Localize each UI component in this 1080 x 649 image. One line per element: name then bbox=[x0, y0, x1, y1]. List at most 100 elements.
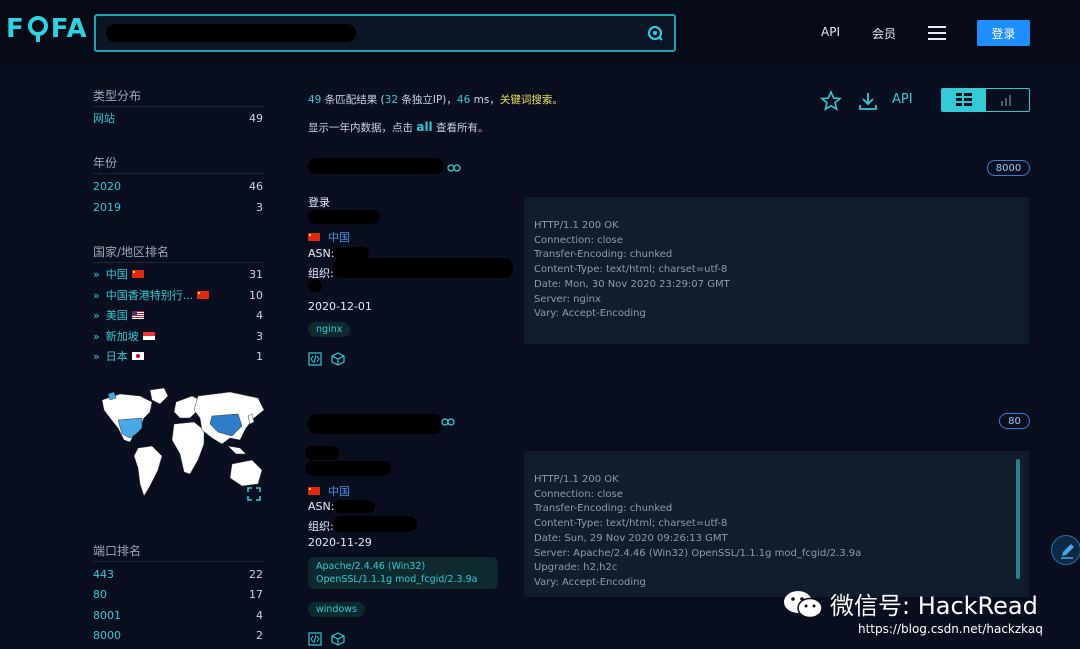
search-box bbox=[94, 14, 676, 52]
country-item[interactable]: » 中国香港特别行... 10 bbox=[93, 287, 263, 303]
list-view-icon bbox=[955, 93, 972, 106]
http-header-line: Server: nginx bbox=[534, 293, 601, 305]
http-header-line: Upgrade: h2,h2c bbox=[534, 562, 618, 574]
asn-label: ASN: bbox=[308, 247, 335, 260]
port-item-label: 443 bbox=[93, 567, 114, 581]
link-icon[interactable] bbox=[441, 418, 455, 426]
redacted-title bbox=[305, 446, 339, 460]
year-item-count: 46 bbox=[249, 179, 263, 193]
login-button[interactable]: 登录 bbox=[977, 20, 1030, 46]
year-item[interactable]: 2020 46 bbox=[93, 178, 263, 194]
port-item[interactable]: 443 22 bbox=[93, 566, 263, 582]
chevron-right-icon: » bbox=[93, 329, 100, 343]
year-item[interactable]: 2019 3 bbox=[93, 199, 263, 215]
feedback-button[interactable] bbox=[1051, 535, 1080, 565]
flag-jp-icon bbox=[131, 352, 144, 360]
time-range-note: 显示一年内数据，点击 all 查看所有。 bbox=[308, 120, 489, 135]
redacted-asn bbox=[333, 500, 375, 513]
result-date: 2020-11-29 bbox=[308, 536, 372, 549]
note-text: 查看所有。 bbox=[432, 122, 489, 134]
port-item-label: 8000 bbox=[93, 628, 121, 642]
header-bar: F FA API 会员 登录 bbox=[0, 0, 1080, 64]
year-item-label: 2019 bbox=[93, 200, 121, 214]
cube-icon[interactable] bbox=[331, 352, 345, 366]
view-toggle bbox=[941, 88, 1030, 112]
fofa-logo[interactable]: F FA bbox=[6, 14, 88, 44]
country-item-count: 3 bbox=[256, 329, 263, 343]
pencil-icon bbox=[1061, 544, 1074, 559]
nav-api-link[interactable]: API bbox=[821, 25, 840, 39]
country-item-label: 美国 bbox=[105, 309, 128, 322]
logo-pin-icon bbox=[27, 16, 48, 42]
chevron-right-icon: » bbox=[93, 349, 100, 363]
tech-tag[interactable]: nginx bbox=[308, 322, 351, 337]
asn-label: ASN: bbox=[308, 500, 335, 513]
code-icon[interactable] bbox=[308, 352, 322, 366]
country-item[interactable]: » 日本 1 bbox=[93, 348, 263, 364]
port-item-label: 8001 bbox=[93, 608, 121, 622]
port-item[interactable]: 80 17 bbox=[93, 586, 263, 602]
port-ranking-title: 端口排名 bbox=[93, 544, 142, 558]
stats-text: ms， bbox=[470, 94, 500, 106]
wechat-watermark: 微信号: HackRead bbox=[782, 586, 1038, 621]
port-item[interactable]: 8000 2 bbox=[93, 627, 263, 643]
divider bbox=[93, 561, 263, 562]
query-time: 46 bbox=[456, 94, 471, 106]
tech-tag[interactable]: windows bbox=[308, 602, 365, 617]
country-item[interactable]: » 中国 31 bbox=[93, 266, 263, 282]
redacted-org-2 bbox=[308, 280, 322, 292]
view-all-link[interactable]: all bbox=[416, 120, 432, 134]
year-title: 年份 bbox=[93, 156, 118, 170]
chevron-right-icon: » bbox=[93, 308, 100, 322]
http-header-line: Content-Type: text/html; charset=utf-8 bbox=[534, 518, 728, 530]
http-header-line: Transfer-Encoding: chunked bbox=[534, 249, 673, 261]
country-item[interactable]: » 美国 4 bbox=[93, 307, 263, 323]
list-view-button[interactable] bbox=[942, 89, 986, 111]
tech-tag[interactable]: Apache/2.4.46 (Win32) OpenSSL/1.1.1g mod… bbox=[308, 557, 498, 589]
result-stats: 49 条匹配结果 (32 条独立IP)，46 ms，关键词搜索。 bbox=[308, 92, 563, 107]
http-header-line: Content-Type: text/html; charset=utf-8 bbox=[534, 264, 728, 276]
redacted-ip bbox=[305, 461, 391, 476]
port-badge[interactable]: 80 bbox=[999, 413, 1030, 429]
nav-member-link[interactable]: 会员 bbox=[872, 25, 896, 42]
flag-cn-icon bbox=[131, 270, 144, 278]
redacted-query bbox=[106, 24, 356, 42]
http-header-line: HTTP/1.1 200 OK bbox=[534, 474, 619, 485]
country-ranking-title: 国家/地区排名 bbox=[93, 245, 170, 259]
cube-icon[interactable] bbox=[331, 632, 345, 646]
code-icon[interactable] bbox=[308, 632, 322, 646]
stats-text: 条独立IP)， bbox=[398, 94, 457, 106]
star-icon[interactable] bbox=[820, 90, 842, 112]
country-link[interactable]: 中国 bbox=[308, 229, 350, 245]
divider bbox=[93, 106, 263, 107]
api-button[interactable]: API bbox=[892, 92, 913, 107]
port-badge[interactable]: 8000 bbox=[987, 160, 1030, 176]
stats-text: 条匹配结果 ( bbox=[321, 94, 385, 106]
http-header-line: Server: Apache/2.4.46 (Win32) OpenSSL/1.… bbox=[534, 547, 862, 559]
bar-chart-icon bbox=[1001, 95, 1012, 106]
country-link[interactable]: 中国 bbox=[308, 483, 350, 499]
link-icon[interactable] bbox=[447, 164, 461, 172]
type-item[interactable]: 网站 49 bbox=[93, 110, 263, 126]
flag-us-icon bbox=[131, 311, 144, 319]
chart-view-button[interactable] bbox=[986, 89, 1030, 111]
menu-icon[interactable] bbox=[928, 26, 946, 40]
country-item-count: 10 bbox=[249, 288, 263, 302]
country-item-count: 31 bbox=[249, 267, 263, 281]
logo-text-left: F bbox=[6, 14, 25, 44]
panel-scrollbar[interactable] bbox=[1016, 459, 1020, 579]
wechat-icon bbox=[784, 590, 823, 618]
keyword-search-link[interactable]: 关键词搜索。 bbox=[500, 94, 563, 106]
country-item-label: 新加坡 bbox=[105, 330, 139, 343]
port-item-count: 4 bbox=[256, 608, 263, 622]
download-icon[interactable] bbox=[857, 90, 879, 112]
chevron-right-icon: » bbox=[93, 267, 100, 281]
world-map[interactable] bbox=[100, 388, 265, 503]
country-item[interactable]: » 新加坡 3 bbox=[93, 328, 263, 344]
result-count: 49 bbox=[308, 94, 322, 106]
expand-icon[interactable] bbox=[247, 487, 261, 501]
search-icon[interactable] bbox=[646, 24, 664, 42]
port-item[interactable]: 8001 4 bbox=[93, 607, 263, 623]
divider bbox=[93, 173, 263, 174]
http-header-line: Date: Sun, 29 Nov 2020 09:26:13 GMT bbox=[534, 532, 728, 544]
